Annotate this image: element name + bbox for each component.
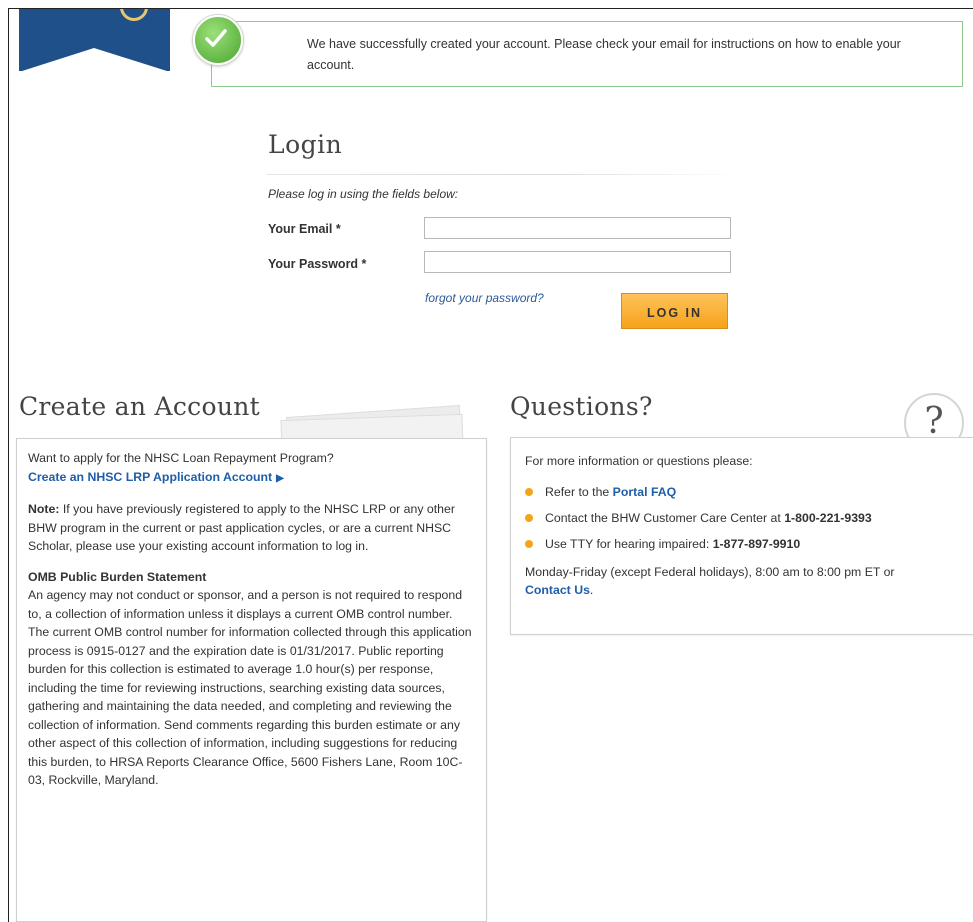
forgot-password-link[interactable]: forgot your password? <box>425 291 544 305</box>
header-ribbon <box>19 9 170 72</box>
list-item: Contact the BHW Customer Care Center at … <box>525 505 959 531</box>
hours-paragraph: Monday-Friday (except Federal holidays),… <box>525 563 959 600</box>
login-divider <box>266 174 740 175</box>
login-button[interactable]: LOG IN <box>621 293 728 329</box>
success-alert: We have successfully created your accoun… <box>211 21 963 87</box>
arrow-right-icon: ▶ <box>276 472 284 484</box>
portal-faq-link[interactable]: Portal FAQ <box>613 485 677 499</box>
paper-stack-graphic <box>277 404 469 453</box>
create-account-intro: Want to apply for the NHSC Loan Repaymen… <box>28 451 334 465</box>
checkmark-icon <box>193 15 243 65</box>
email-field[interactable] <box>424 217 731 239</box>
contact-suffix: . <box>589 583 594 597</box>
login-instructions: Please log in using the fields below: <box>268 187 459 201</box>
note-text: If you have previously registered to app… <box>28 502 455 553</box>
list-item: Use TTY for hearing impaired: 1-877-897-… <box>525 531 959 557</box>
bullet-icon <box>525 539 533 548</box>
omb-heading: OMB Public Burden Statement <box>28 569 207 584</box>
create-account-panel: Want to apply for the NHSC Loan Repaymen… <box>16 438 487 922</box>
bullet-icon <box>525 487 533 496</box>
create-account-link-label: Create an NHSC LRP Application Account <box>28 469 273 484</box>
customer-care-phone: 1-800-221-9393 <box>784 510 872 525</box>
create-account-link[interactable]: Create an NHSC LRP Application Account ▶ <box>28 470 284 484</box>
note-label: Note: <box>28 502 60 516</box>
email-label: Your Email * <box>268 222 341 236</box>
questions-intro: For more information or questions please… <box>525 454 753 468</box>
login-title: Login <box>268 130 343 159</box>
bullet-icon <box>525 513 533 522</box>
tty-phone: 1-877-897-9910 <box>712 536 801 551</box>
create-account-title: Create an Account <box>19 392 260 421</box>
password-label: Your Password * <box>268 257 367 271</box>
list-item: Refer to the Portal FAQ <box>525 479 959 505</box>
questions-panel: For more information or questions please… <box>510 437 973 635</box>
ribbon-notch <box>19 48 170 72</box>
contact-us-link[interactable]: Contact Us <box>525 583 590 597</box>
list-item-text: Refer to the <box>545 484 613 499</box>
list-item-text: Use TTY for hearing impaired: <box>545 536 713 551</box>
list-item-text: Contact the BHW Customer Care Center at <box>545 510 785 525</box>
hours-text: Monday-Friday (except Federal holidays),… <box>525 564 895 579</box>
questions-title: Questions? <box>510 392 653 421</box>
omb-text: An agency may not conduct or sponsor, an… <box>28 588 472 787</box>
success-message: We have successfully created your accoun… <box>307 37 901 72</box>
note-paragraph: Note: If you have previously registered … <box>28 500 475 556</box>
page-frame: We have successfully created your accoun… <box>8 8 973 922</box>
seal-logo-icon <box>120 9 148 21</box>
questions-list: Refer to the Portal FAQ Contact the BHW … <box>525 479 959 557</box>
password-field[interactable] <box>424 251 731 273</box>
